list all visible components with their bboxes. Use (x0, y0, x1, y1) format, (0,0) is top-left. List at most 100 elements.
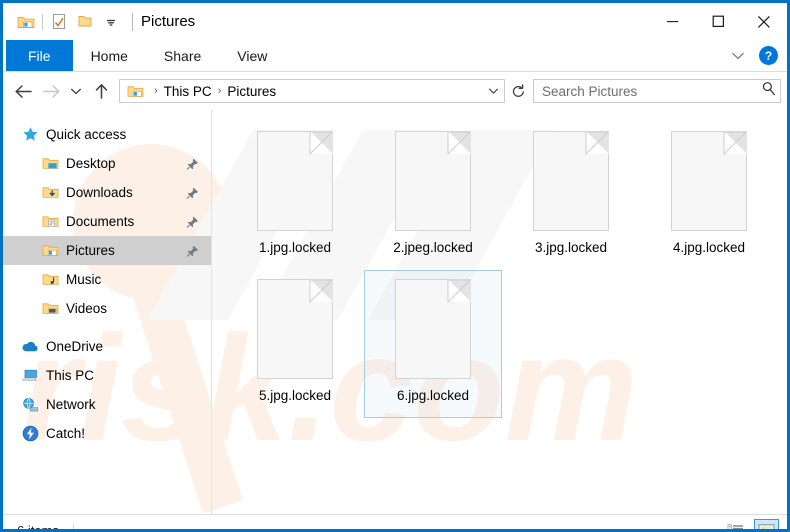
title-divider (132, 13, 133, 31)
desktop-folder-icon (41, 155, 59, 173)
file-list-pane[interactable]: 1.jpg.locked 2.jpeg.locked (212, 110, 787, 514)
status-separator (73, 523, 74, 532)
search-icon[interactable] (761, 81, 776, 101)
blank-document-icon (395, 131, 471, 231)
this-pc-icon (21, 367, 39, 385)
address-bar: › This PC › Pictures Search Pictures (3, 72, 787, 110)
pin-icon[interactable] (186, 215, 199, 228)
ribbon-right-controls: ? (727, 40, 781, 71)
blank-document-icon (257, 279, 333, 379)
blank-document-icon (671, 131, 747, 231)
sidebar-item-this-pc[interactable]: This PC (3, 361, 211, 390)
sidebar-item-documents[interactable]: Documents (3, 207, 211, 236)
pictures-folder-icon (41, 242, 59, 260)
sidebar-label: OneDrive (46, 339, 103, 354)
file-name: 2.jpeg.locked (393, 240, 473, 255)
network-icon (21, 396, 39, 414)
file-item[interactable]: 4.jpg.locked (640, 122, 778, 270)
sidebar-item-onedrive[interactable]: OneDrive (3, 332, 211, 361)
blank-document-icon (533, 131, 609, 231)
file-item[interactable]: 3.jpg.locked (502, 122, 640, 270)
sidebar-label: Documents (66, 214, 134, 229)
sidebar-item-network[interactable]: Network (3, 390, 211, 419)
up-button[interactable] (87, 77, 115, 105)
videos-folder-icon (41, 300, 59, 318)
sidebar-label: This PC (46, 368, 94, 383)
sidebar-item-videos[interactable]: Videos (3, 294, 211, 323)
sidebar-item-desktop[interactable]: Desktop (3, 149, 211, 178)
sidebar-label: Downloads (66, 185, 133, 200)
forward-button (37, 77, 65, 105)
breadcrumb-this-pc[interactable]: This PC (161, 84, 215, 99)
sidebar-item-downloads[interactable]: Downloads (3, 178, 211, 207)
toolbar-separator (42, 14, 43, 30)
file-name: 3.jpg.locked (535, 240, 607, 255)
window-title: Pictures (141, 13, 195, 30)
pin-icon[interactable] (186, 157, 199, 170)
recent-locations-button[interactable] (65, 77, 87, 105)
sidebar-item-music[interactable]: Music (3, 265, 211, 294)
window-controls (649, 3, 787, 40)
details-view-button[interactable] (723, 519, 748, 532)
ribbon-tab-bar: File Home Share View ? (3, 40, 787, 72)
status-bar: 6 items (3, 514, 787, 532)
close-button[interactable] (741, 3, 787, 40)
file-name: 1.jpg.locked (259, 240, 331, 255)
blank-document-icon (395, 279, 471, 379)
explorer-body: risk.com Quick access (3, 110, 787, 514)
properties-icon[interactable] (46, 9, 72, 35)
file-item[interactable]: 2.jpeg.locked (364, 122, 502, 270)
breadcrumb-separator: › (151, 85, 161, 97)
file-item[interactable]: 5.jpg.locked (226, 270, 364, 418)
folder-window-icon[interactable] (13, 9, 39, 35)
file-name: 5.jpg.locked (259, 388, 331, 403)
maximize-button[interactable] (695, 3, 741, 40)
search-input[interactable]: Search Pictures (533, 79, 781, 103)
refresh-button[interactable] (507, 79, 529, 103)
documents-folder-icon (41, 213, 59, 231)
sidebar-item-pictures[interactable]: Pictures (3, 236, 211, 265)
sidebar-label: Desktop (66, 156, 116, 171)
blank-document-icon (257, 131, 333, 231)
minimize-button[interactable] (649, 3, 695, 40)
sidebar-label: Music (66, 272, 101, 287)
sidebar-item-quick-access[interactable]: Quick access (3, 120, 211, 149)
tab-home[interactable]: Home (73, 40, 146, 71)
pin-icon[interactable] (186, 186, 199, 199)
onedrive-icon (21, 338, 39, 356)
sidebar-label: Catch! (46, 426, 85, 441)
pin-icon[interactable] (186, 244, 199, 257)
sidebar-label: Videos (66, 301, 107, 316)
breadcrumb-bar[interactable]: › This PC › Pictures (119, 79, 505, 103)
sidebar-item-catch[interactable]: Catch! (3, 419, 211, 448)
search-placeholder: Search Pictures (542, 84, 761, 99)
large-icons-view-button[interactable] (754, 519, 779, 532)
sidebar-label: Network (46, 397, 96, 412)
downloads-folder-icon (41, 184, 59, 202)
breadcrumb-pictures[interactable]: Pictures (224, 84, 279, 99)
customize-dropdown-icon[interactable] (98, 9, 124, 35)
sidebar-label: Pictures (66, 243, 115, 258)
pictures-folder-icon (126, 82, 144, 100)
chevron-down-icon[interactable] (484, 87, 502, 95)
sidebar-gap (3, 323, 211, 332)
tab-share[interactable]: Share (146, 40, 219, 71)
title-bar: Pictures (3, 0, 787, 40)
item-count: 6 items (17, 523, 59, 532)
file-grid: 1.jpg.locked 2.jpeg.locked (226, 122, 787, 418)
new-folder-icon[interactable] (72, 9, 98, 35)
quick-access-toolbar: Pictures (3, 9, 195, 35)
file-item-selected[interactable]: 6.jpg.locked (364, 270, 502, 418)
back-button[interactable] (9, 77, 37, 105)
breadcrumb-separator: › (215, 85, 225, 97)
file-name: 6.jpg.locked (397, 388, 469, 403)
tab-file[interactable]: File (6, 40, 73, 71)
file-name: 4.jpg.locked (673, 240, 745, 255)
navigation-pane: Quick access Desktop (3, 110, 212, 514)
view-buttons (723, 519, 779, 532)
sidebar-label: Quick access (46, 127, 126, 142)
help-icon[interactable]: ? (759, 46, 778, 65)
chevron-down-icon[interactable] (727, 45, 749, 67)
file-item[interactable]: 1.jpg.locked (226, 122, 364, 270)
tab-view[interactable]: View (219, 40, 285, 71)
